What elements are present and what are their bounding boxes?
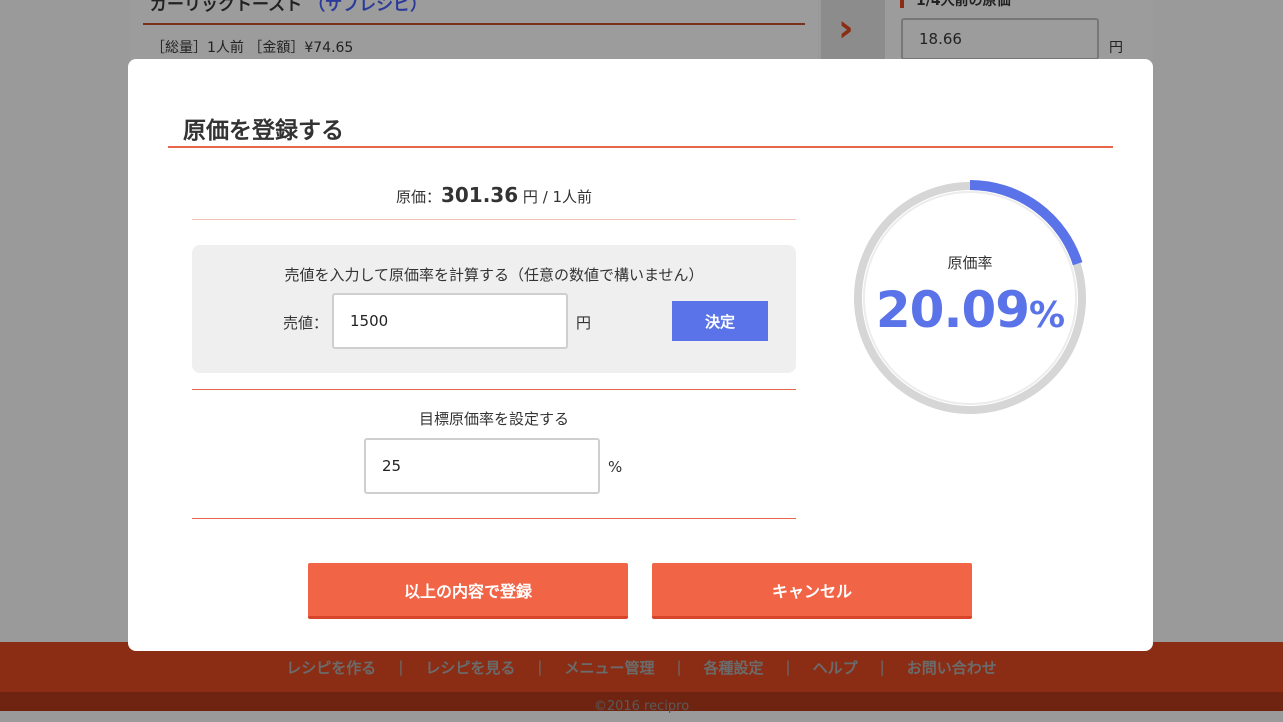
portion-cost-unit: 円 — [1109, 40, 1123, 56]
footer-link-help[interactable]: ヘルプ — [791, 657, 880, 678]
divider — [192, 518, 796, 519]
recipe-subtitle: （サブレシピ） — [308, 0, 428, 15]
cancel-button[interactable]: キャンセル — [652, 563, 972, 619]
divider — [192, 219, 796, 220]
sell-price-input[interactable] — [332, 293, 568, 349]
recipe-title-text: ガーリックトースト — [150, 0, 303, 15]
cost-value: 301.36 — [440, 183, 519, 207]
target-rate-input[interactable] — [364, 438, 600, 494]
price-calc-box: 売値を入力して原価率を計算する（任意の数値で構いません） 売値： 円 決定 — [192, 245, 796, 373]
portion-cost-label: 1/4人前の原価 — [916, 0, 1011, 9]
portion-cost-field[interactable]: 18.66 — [901, 18, 1099, 60]
modal-title: 原価を登録する — [183, 118, 344, 144]
cost-unit: 円 / 1人前 — [522, 188, 593, 206]
divider — [192, 389, 796, 390]
sell-price-unit: 円 — [576, 314, 592, 332]
gauge-value: 20.09% — [850, 281, 1090, 339]
footer-link-view-recipe[interactable]: レシピを見る — [403, 657, 537, 678]
section-marker — [900, 0, 904, 8]
target-rate-unit: % — [608, 458, 623, 476]
recipe-title: ガーリックトースト （サブレシピ） — [150, 0, 427, 15]
recipe-title-rule — [143, 23, 805, 25]
footer-link-settings[interactable]: 各種設定 — [682, 657, 786, 678]
price-calc-title: 売値を入力して原価率を計算する（任意の数値で構いません） — [284, 266, 704, 284]
cost-label: 原価： — [395, 188, 441, 206]
cost-summary: 原価：301.36 円 / 1人前 — [192, 183, 796, 207]
decide-button[interactable]: 決定 — [672, 301, 768, 341]
gauge-percent: % — [1029, 295, 1065, 336]
footer-copyright: ©2016 recipro — [0, 692, 1283, 714]
gauge-label: 原価率 — [947, 254, 993, 272]
footer-link-create-recipe[interactable]: レシピを作る — [264, 657, 398, 678]
recipe-amount: ［総量］1人前 ［金額］¥74.65 — [151, 40, 354, 56]
gauge-number: 20.09 — [875, 281, 1030, 339]
register-cost-modal: 原価を登録する 原価：301.36 円 / 1人前 売値を入力して原価率を計算す… — [128, 59, 1153, 651]
target-rate-title: 目標原価率を設定する — [418, 410, 569, 428]
register-button[interactable]: 以上の内容で登録 — [308, 563, 628, 619]
footer-link-menu-management[interactable]: メニュー管理 — [542, 657, 676, 678]
chevron-right-icon: › — [838, 6, 854, 50]
sell-price-label: 売値： — [283, 314, 329, 332]
footer-link-contact[interactable]: お問い合わせ — [885, 657, 1019, 678]
modal-title-rule — [168, 146, 1113, 148]
